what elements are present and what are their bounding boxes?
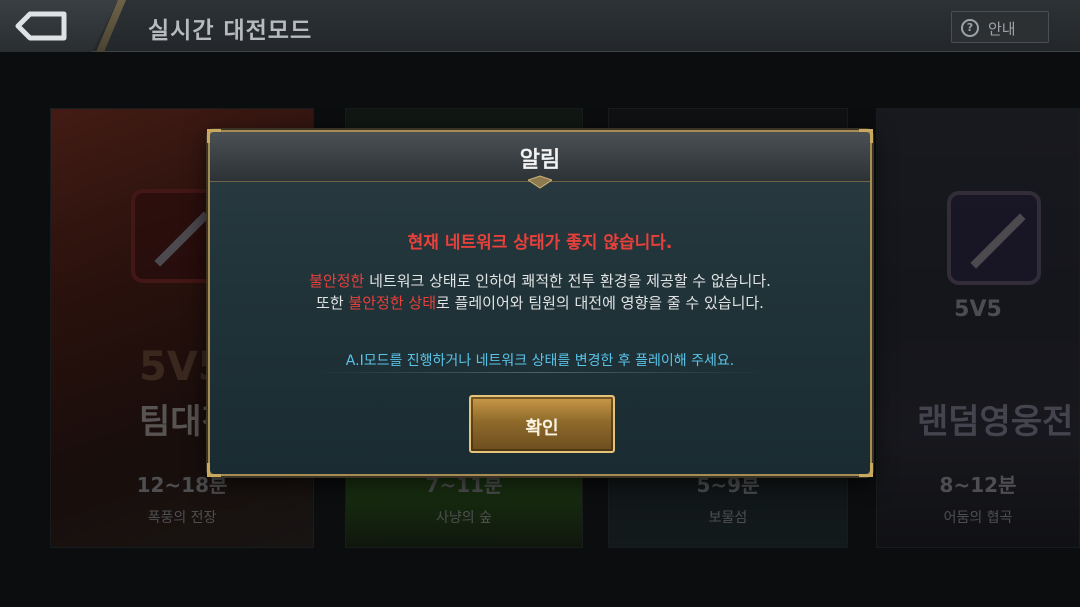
- network-alert-dialog: 알림 현재 네트워크 상태가 좋지 않습니다. 불안정한 네트워크 상태로 인하…: [207, 129, 873, 477]
- top-bar: 실시간 대전모드 ? 안내: [0, 0, 1080, 52]
- highlight-text: 불안정한 상태: [348, 294, 436, 312]
- highlight-text: 불안정한: [309, 272, 365, 290]
- message-text: 네트워크 상태로 인하여 쾌적한 전투 환경을 제공할 수 없습니다.: [364, 272, 771, 290]
- alert-message-line-1: 불안정한 네트워크 상태로 인하여 쾌적한 전투 환경을 제공할 수 없습니다.: [210, 270, 870, 291]
- divider: [310, 372, 770, 373]
- page-title: 실시간 대전모드: [148, 18, 313, 44]
- alert-message-line-2: 또한 불안정한 상태로 플레이어와 팀원의 대전에 영향을 줄 수 있습니다.: [210, 292, 870, 313]
- help-button-label: 안내: [988, 20, 1016, 38]
- message-text: 또한: [316, 294, 349, 312]
- alert-hint: A.I모드를 진행하거나 네트워크 상태를 변경한 후 플레이해 주세요.: [345, 353, 735, 369]
- confirm-button[interactable]: 확인: [469, 395, 615, 453]
- corner-ornament: [207, 463, 221, 477]
- dialog-title: 알림: [519, 148, 561, 173]
- corner-ornament: [859, 463, 873, 477]
- diamond-ornament-icon: [528, 175, 552, 189]
- help-button[interactable]: ? 안내: [951, 11, 1049, 43]
- question-circle-icon: ?: [961, 19, 979, 37]
- back-arrow-icon: [15, 11, 67, 41]
- alert-headline: 현재 네트워크 상태가 좋지 않습니다.: [407, 233, 673, 253]
- message-text: 로 플레이어와 팀원의 대전에 영향을 줄 수 있습니다.: [436, 294, 764, 312]
- confirm-button-label: 확인: [525, 418, 559, 439]
